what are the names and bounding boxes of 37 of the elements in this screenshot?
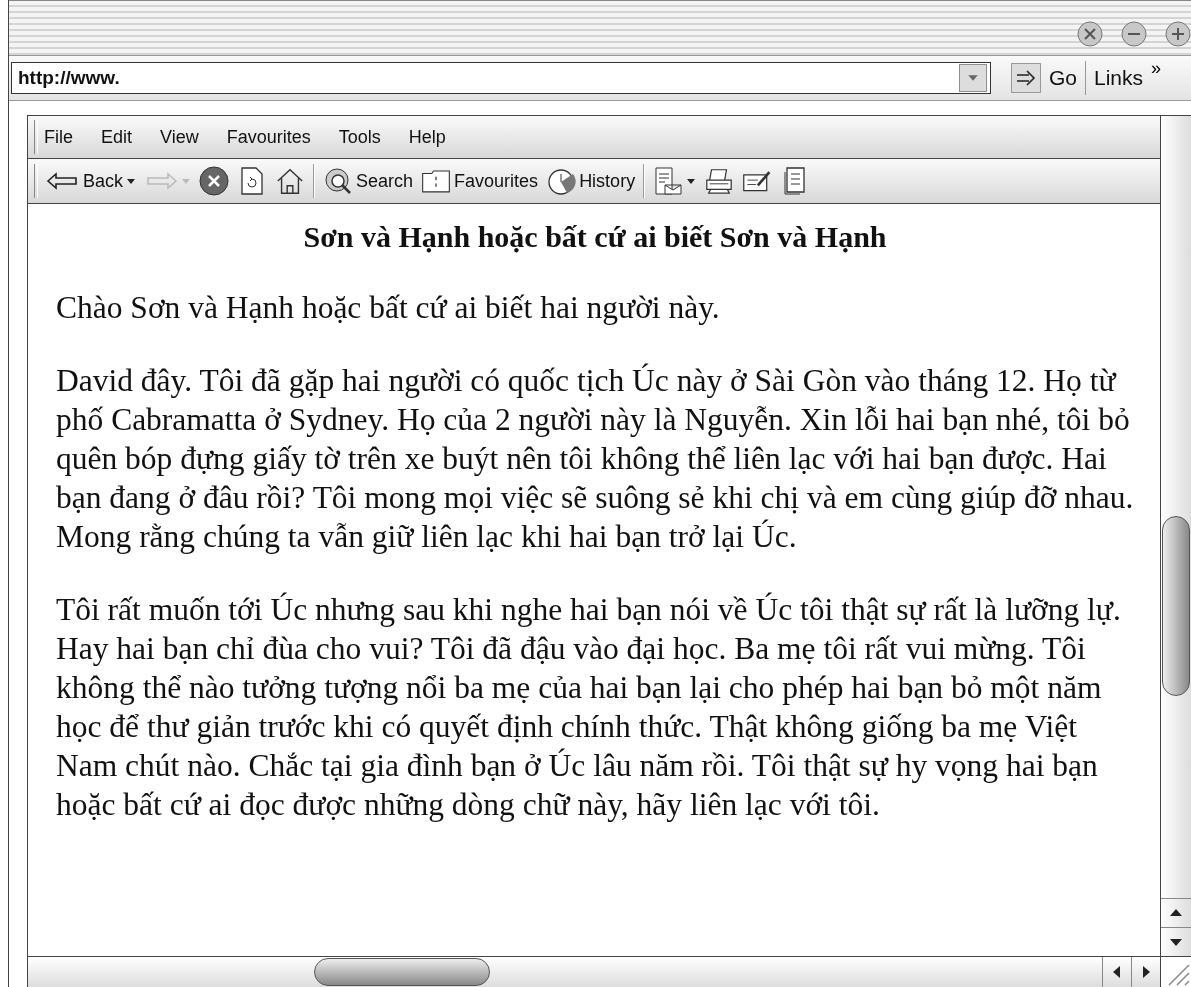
menu-item[interactable]: View [146, 126, 213, 148]
go-button[interactable]: Go [1041, 66, 1085, 90]
maximize-icon[interactable] [1165, 21, 1191, 47]
menu-item[interactable]: Favourites [212, 126, 325, 148]
more-links-button[interactable]: » [1151, 58, 1162, 79]
printer-icon[interactable] [704, 166, 735, 196]
close-icon[interactable] [1077, 21, 1103, 47]
history-button[interactable]: History [546, 166, 636, 196]
paragraph: Chào Sơn và Hạnh hoặc bất cứ ai biết hai người này. [56, 289, 721, 327]
menu-item[interactable]: Tools [324, 126, 395, 148]
favourites-button[interactable]: Favourites [421, 166, 539, 196]
dropdown-icon[interactable] [958, 64, 988, 92]
left-arrow-icon [46, 171, 80, 191]
scroll-thumb[interactable] [314, 958, 490, 986]
mail-icon [653, 166, 684, 196]
vertical-scrollbar[interactable] [1161, 116, 1191, 956]
resize-grip-icon[interactable] [1161, 956, 1191, 987]
right-arrow-icon [144, 171, 179, 191]
minimize-icon[interactable] [1121, 21, 1147, 47]
paragraph: Tôi rất muốn tới Úc nhưng sau khi nghe hai bạn nói về Úc tôi thật sự rất là lưỡng lự. Hay hai bạn chỉ đùa cho vui? Tôi đã đậu vào đại học. Ba mẹ tôi rất vui mừng. Tôi không thể nào tưởng tượng nổi ba mẹ của hai bạn lại cho phép hai bạn bỏ một năm học để thư giản trước khi có quyết định chính thức. Thật không giống ba mẹ Việt Nam chút nào. Chắc tại gia đình bạn ở Úc lâu năm rồi. Tôi thật sự hy vọng hai bạn hoặc bất cứ ai đọc được những dòng chữ này, hãy liên lạc với tôi. [56, 591, 1122, 824]
page-title: Sơn và Hạnh hoặc bất cứ ai biết Sơn và Hạnh [302, 220, 888, 254]
clock-icon [546, 166, 577, 196]
back-button[interactable]: Back [46, 170, 137, 192]
address-field[interactable]: http://www. [11, 62, 991, 94]
caret-icon[interactable] [686, 176, 697, 186]
scroll-thumb[interactable] [1162, 516, 1190, 696]
home-icon[interactable] [275, 166, 306, 196]
menu-item[interactable]: File [44, 126, 87, 148]
mail-button[interactable] [653, 166, 697, 196]
links-button[interactable]: Links [1086, 66, 1152, 90]
menu-item[interactable]: Help [394, 126, 460, 148]
horizontal-scrollbar[interactable] [28, 956, 1160, 987]
caret-icon[interactable] [126, 176, 137, 186]
paragraph: David đây. Tôi đã gặp hai người có quốc tịch Úc này ở Sài Gòn vào tháng 12. Họ từ phố Cabramatta ở Sydney. Họ của 2 người này là Nguyễn. Xin lỗi hai bạn nhé, tôi bỏ quên bóp đựng giấy tờ trên xe buýt nên tôi không thể liên lạc với hai bạn được. Hai bạn đang ở đâu rồi? Tôi mong mọi việc sẽ suông sẻ khi chị và em cùng giúp đỡ nhau. Mong rằng chúng ta vẫn giữ liên lạc khi hai bạn trở lại Úc. [56, 362, 1134, 556]
search-button[interactable]: Search [323, 166, 414, 196]
stop-icon[interactable] [199, 166, 230, 196]
menu-item[interactable]: Edit [87, 126, 147, 148]
